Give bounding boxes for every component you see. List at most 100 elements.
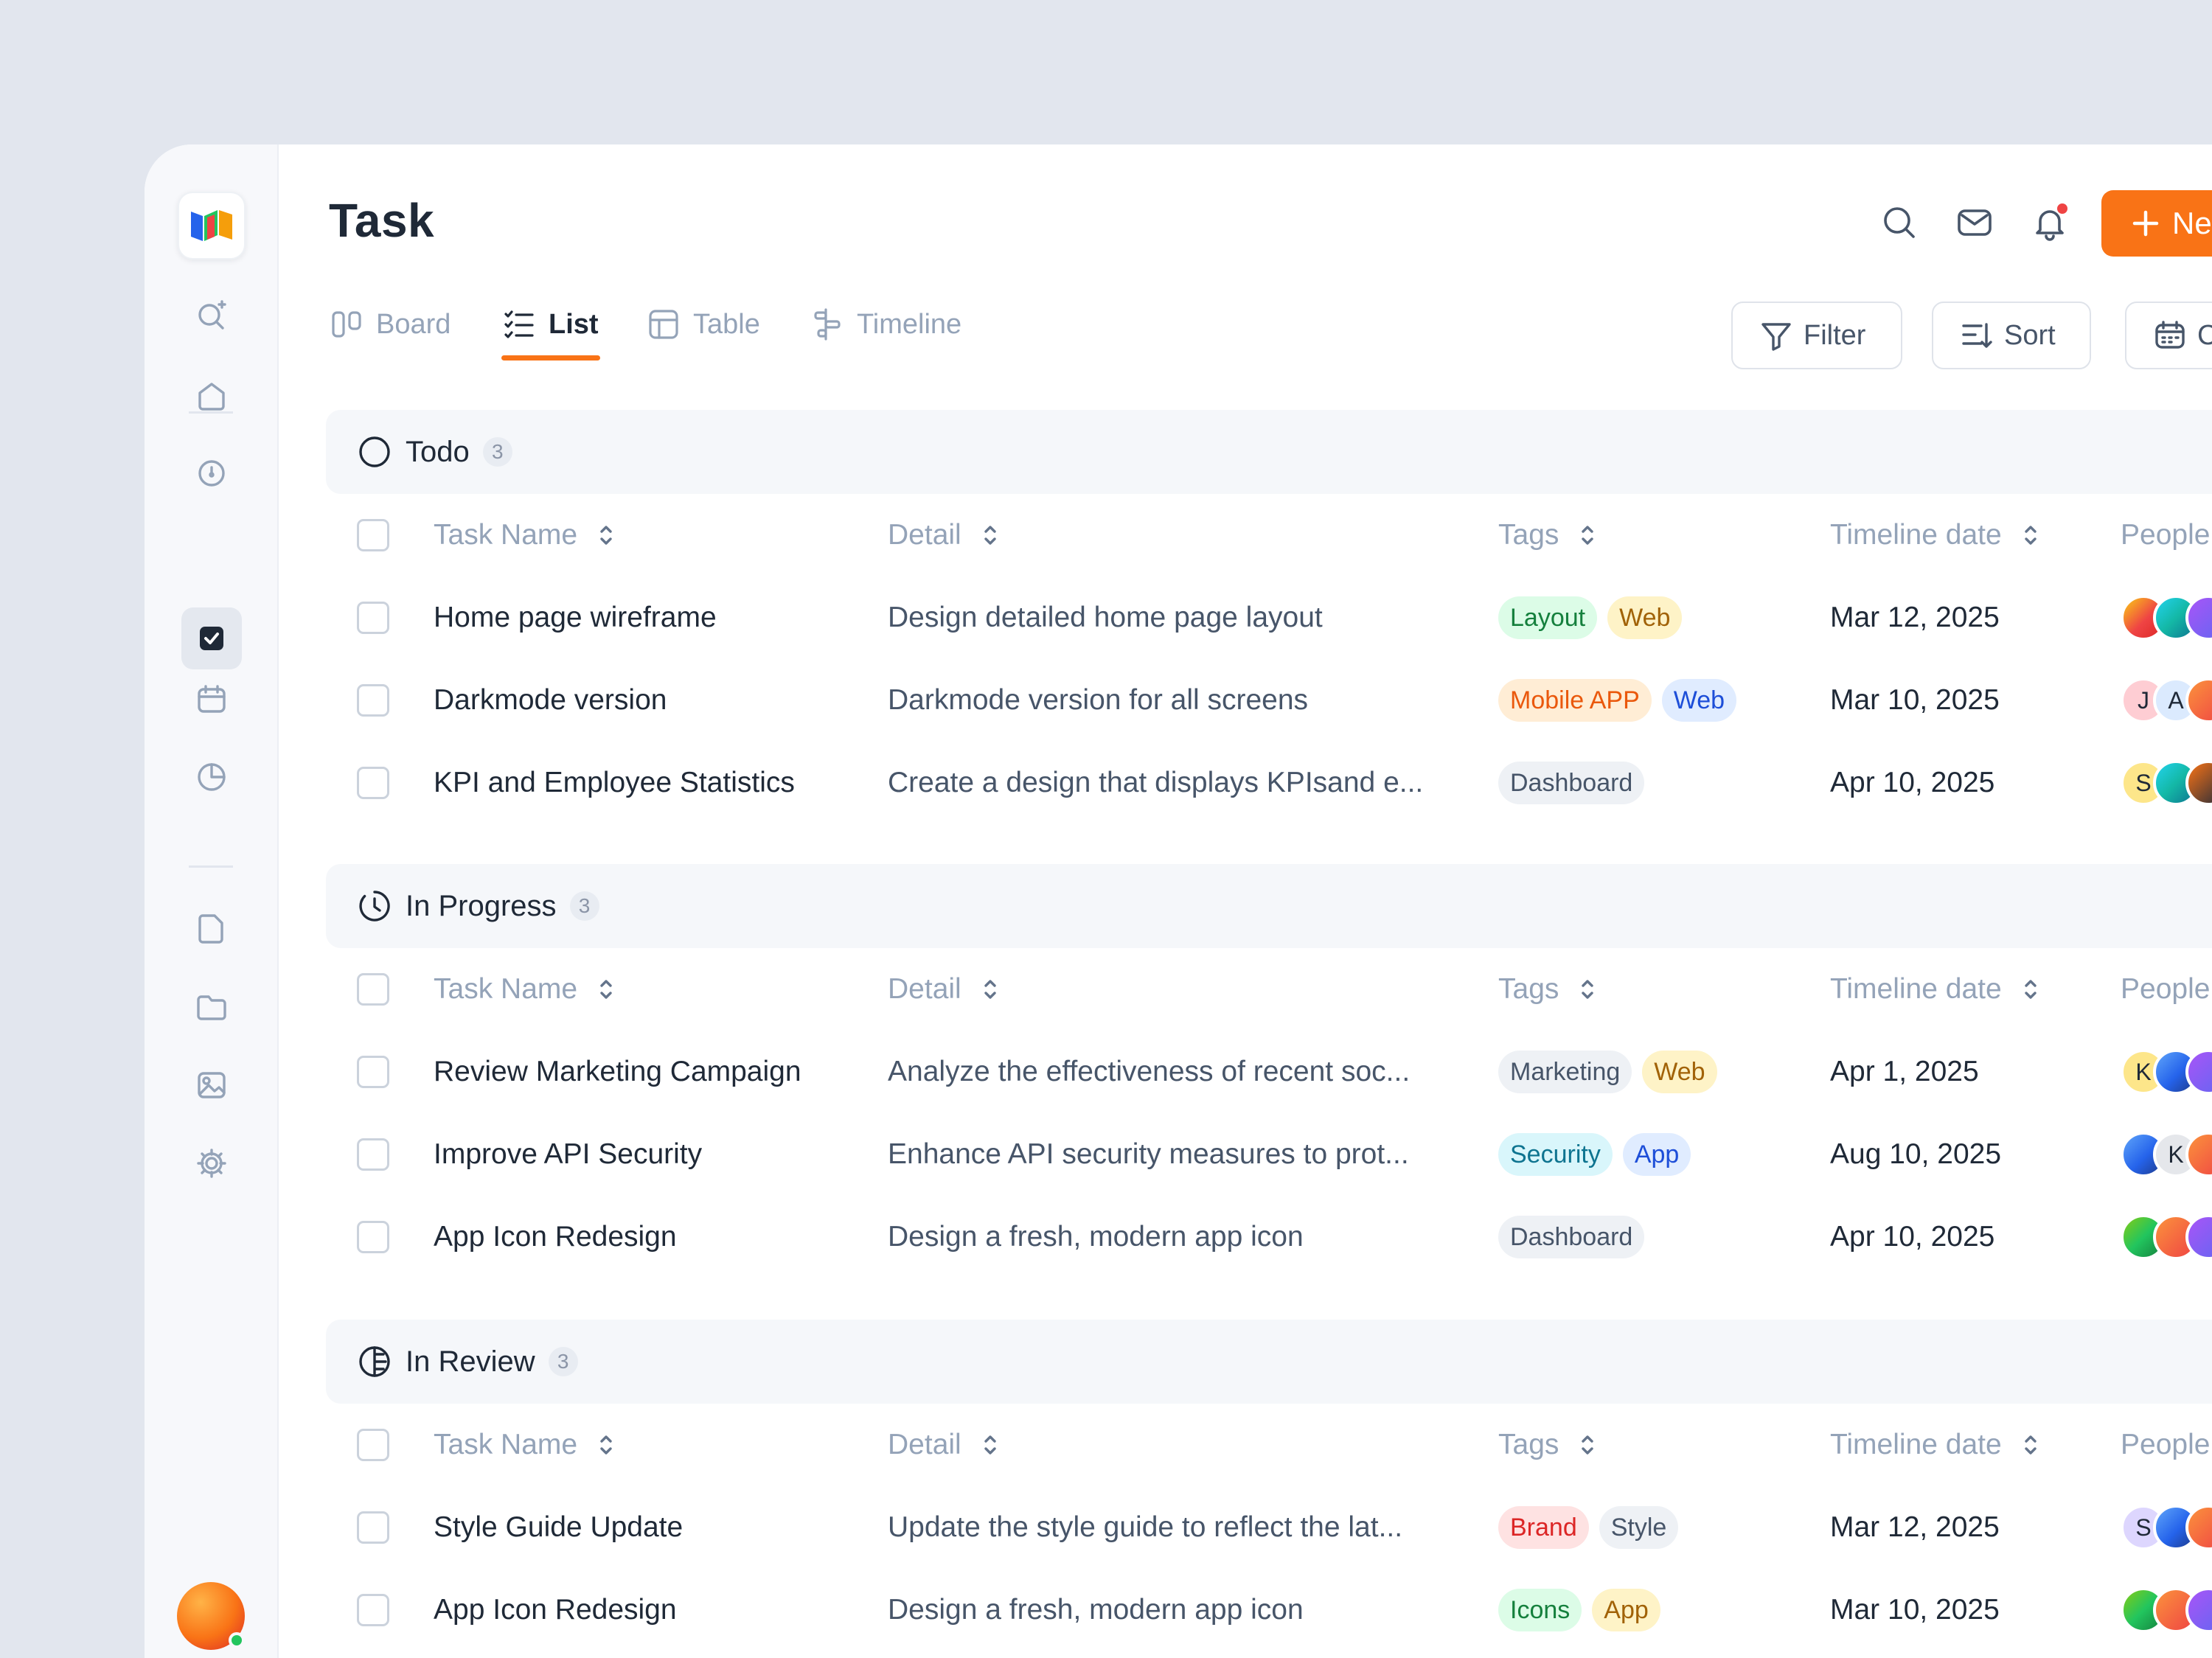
- sort-arrows-icon[interactable]: [2023, 1432, 2039, 1457]
- tag-badge[interactable]: Layout: [1498, 596, 1598, 639]
- task-name[interactable]: Home page wireframe: [434, 577, 717, 659]
- task-name[interactable]: KPI and Employee Statistics: [434, 742, 795, 824]
- sort-arrows-icon[interactable]: [598, 977, 614, 1002]
- new-task-button[interactable]: Ne: [2101, 190, 2212, 257]
- column-header-detail[interactable]: Detail: [888, 1404, 998, 1486]
- calendar-button[interactable]: C: [2125, 302, 2212, 369]
- sort-button[interactable]: Sort: [1932, 302, 2091, 369]
- row-checkbox[interactable]: [357, 1594, 389, 1626]
- task-people[interactable]: S: [2121, 742, 2212, 824]
- tag-badge[interactable]: Mobile APP: [1498, 679, 1652, 722]
- sort-arrows-icon[interactable]: [1579, 977, 1596, 1002]
- table-row[interactable]: App Icon Redesign Design a fresh, modern…: [326, 1569, 2212, 1651]
- row-checkbox[interactable]: [357, 684, 389, 717]
- sort-arrows-icon[interactable]: [982, 1432, 998, 1457]
- tab-board[interactable]: Board: [329, 302, 451, 346]
- tag-badge[interactable]: Web: [1661, 679, 1737, 722]
- notification-bell-icon[interactable]: [2028, 201, 2072, 245]
- task-name[interactable]: Style Guide Update: [434, 1486, 683, 1569]
- tab-list[interactable]: List: [501, 302, 599, 346]
- table-row[interactable]: Improve API Security Enhance API securit…: [326, 1113, 2212, 1196]
- task-people[interactable]: K: [2121, 1113, 2212, 1196]
- tag-badge[interactable]: Dashboard: [1498, 762, 1645, 804]
- tag-badge[interactable]: Web: [1642, 1051, 1717, 1093]
- task-name[interactable]: Review Marketing Campaign: [434, 1031, 801, 1113]
- group-header-in-progress[interactable]: In Progress 3: [326, 864, 2212, 948]
- task-people[interactable]: JA: [2121, 659, 2212, 742]
- row-checkbox[interactable]: [357, 602, 389, 634]
- column-header-task-name[interactable]: Task Name: [434, 948, 614, 1031]
- row-checkbox[interactable]: [357, 1221, 389, 1253]
- column-header-timeline-date[interactable]: Timeline date: [1830, 948, 2039, 1031]
- column-header-task-name[interactable]: Task Name: [434, 1404, 614, 1486]
- calendar-icon[interactable]: [189, 677, 234, 722]
- table-row[interactable]: Review Marketing Campaign Analyze the ef…: [326, 1031, 2212, 1113]
- tag-badge[interactable]: Brand: [1498, 1506, 1589, 1549]
- task-people[interactable]: [2121, 1569, 2212, 1651]
- tag-badge[interactable]: App: [1622, 1133, 1691, 1176]
- task-people[interactable]: S: [2121, 1486, 2212, 1569]
- row-checkbox[interactable]: [357, 767, 389, 799]
- table-row[interactable]: Style Guide Update Update the style guid…: [326, 1486, 2212, 1569]
- column-header-task-name[interactable]: Task Name: [434, 494, 614, 577]
- sort-arrows-icon[interactable]: [598, 1432, 614, 1457]
- row-checkbox[interactable]: [357, 1056, 389, 1088]
- home-icon[interactable]: [189, 373, 234, 419]
- column-header-people[interactable]: People: [2121, 948, 2210, 1031]
- task-name[interactable]: App Icon Redesign: [434, 1196, 677, 1278]
- table-row[interactable]: Home page wireframe Design detailed home…: [326, 577, 2212, 659]
- folder-icon[interactable]: [189, 984, 234, 1030]
- sort-arrows-icon[interactable]: [2023, 523, 2039, 548]
- row-checkbox[interactable]: [357, 1511, 389, 1544]
- app-logo[interactable]: [178, 192, 246, 260]
- sort-arrows-icon[interactable]: [982, 977, 998, 1002]
- tab-table[interactable]: Table: [646, 302, 760, 346]
- task-name[interactable]: Darkmode version: [434, 659, 667, 742]
- sort-arrows-icon[interactable]: [2023, 977, 2039, 1002]
- sort-arrows-icon[interactable]: [598, 523, 614, 548]
- task-people[interactable]: [2121, 1196, 2212, 1278]
- tag-badge[interactable]: Web: [1607, 596, 1683, 639]
- column-header-tags[interactable]: Tags: [1498, 948, 1596, 1031]
- mail-icon[interactable]: [1952, 201, 1997, 245]
- column-header-detail[interactable]: Detail: [888, 494, 998, 577]
- column-header-tags[interactable]: Tags: [1498, 494, 1596, 577]
- search-icon[interactable]: [1877, 201, 1921, 245]
- tag-badge[interactable]: Security: [1498, 1133, 1613, 1176]
- column-header-tags[interactable]: Tags: [1498, 1404, 1596, 1486]
- tasks-icon[interactable]: [181, 607, 242, 669]
- ai-search-icon[interactable]: [189, 292, 234, 338]
- select-all-checkbox[interactable]: [357, 1429, 389, 1461]
- group-header-in-review[interactable]: In Review 3: [326, 1320, 2212, 1404]
- sort-arrows-icon[interactable]: [1579, 523, 1596, 548]
- sort-arrows-icon[interactable]: [982, 523, 998, 548]
- reports-pie-icon[interactable]: [189, 754, 234, 800]
- filter-button[interactable]: Filter: [1731, 302, 1902, 369]
- task-name[interactable]: Improve API Security: [434, 1113, 702, 1196]
- group-header-todo[interactable]: Todo 3: [326, 410, 2212, 494]
- tab-timeline[interactable]: Timeline: [810, 302, 961, 346]
- column-header-people[interactable]: People: [2121, 1404, 2210, 1486]
- row-checkbox[interactable]: [357, 1138, 389, 1171]
- dashboard-gauge-icon[interactable]: [189, 449, 234, 495]
- table-row[interactable]: KPI and Employee Statistics Create a des…: [326, 742, 2212, 824]
- tag-badge[interactable]: Icons: [1498, 1589, 1582, 1631]
- settings-gear-icon[interactable]: [189, 1140, 234, 1186]
- tag-badge[interactable]: Style: [1599, 1506, 1679, 1549]
- sort-arrows-icon[interactable]: [1579, 1432, 1596, 1457]
- tag-badge[interactable]: Marketing: [1498, 1051, 1632, 1093]
- tag-badge[interactable]: Dashboard: [1498, 1216, 1645, 1258]
- tag-badge[interactable]: App: [1592, 1589, 1660, 1631]
- column-header-detail[interactable]: Detail: [888, 948, 998, 1031]
- column-header-timeline-date[interactable]: Timeline date: [1830, 494, 2039, 577]
- column-header-people[interactable]: People: [2121, 494, 2210, 577]
- column-header-timeline-date[interactable]: Timeline date: [1830, 1404, 2039, 1486]
- image-icon[interactable]: [189, 1062, 234, 1108]
- table-row[interactable]: App Icon Redesign Design a fresh, modern…: [326, 1196, 2212, 1278]
- task-people[interactable]: [2121, 577, 2212, 659]
- select-all-checkbox[interactable]: [357, 973, 389, 1006]
- task-name[interactable]: App Icon Redesign: [434, 1569, 677, 1651]
- document-icon[interactable]: [189, 906, 234, 952]
- select-all-checkbox[interactable]: [357, 519, 389, 551]
- table-row[interactable]: Darkmode version Darkmode version for al…: [326, 659, 2212, 742]
